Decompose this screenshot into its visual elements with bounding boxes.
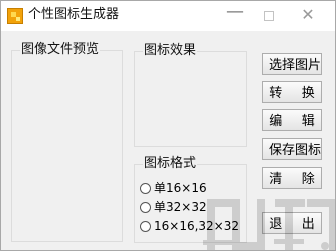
minimize-button[interactable]: — (225, 3, 245, 25)
format-option-label: 单32×32 (154, 200, 207, 214)
radio-button[interactable] (140, 201, 151, 213)
maximize-icon (264, 11, 274, 21)
clear-button[interactable]: 清 除 (262, 167, 322, 189)
format-option-label: 16×16,32×32 (154, 219, 240, 233)
icon-format-panel: 图标格式 单16×16 单32×32 16×16,32×32 (134, 155, 247, 243)
title-bar: 个性图标生成器 — ✕ (1, 1, 335, 31)
save-icon-button[interactable]: 保存图标 (262, 138, 322, 160)
format-option-32[interactable]: 单32×32 (140, 199, 207, 215)
edit-button[interactable]: 编 辑 (262, 109, 322, 131)
icon-format-label: 图标格式 (143, 155, 198, 173)
radio-button[interactable] (140, 220, 151, 232)
icon-generator-window: 个性图标生成器 — ✕ 图像文件预览 图标效果 图标格式 单16×16 单32×… (0, 0, 336, 251)
icon-effect-panel: 图标效果 (134, 42, 247, 147)
window-title: 个性图标生成器 (28, 7, 120, 22)
format-option-16-32[interactable]: 16×16,32×32 (140, 218, 239, 234)
select-image-button[interactable]: 选择图片 (262, 53, 322, 75)
format-option-label: 单16×16 (154, 181, 207, 195)
icon-effect-label: 图标效果 (143, 42, 198, 60)
exit-button[interactable]: 退 出 (262, 212, 322, 234)
radio-button[interactable] (140, 182, 151, 194)
close-button[interactable]: ✕ (298, 5, 318, 25)
image-preview-label: 图像文件预览 (20, 41, 101, 59)
image-preview-panel: 图像文件预览 (11, 41, 123, 242)
maximize-button (259, 5, 279, 25)
format-option-16[interactable]: 单16×16 (140, 180, 207, 196)
convert-button[interactable]: 转 换 (262, 81, 322, 103)
app-icon (7, 8, 23, 24)
